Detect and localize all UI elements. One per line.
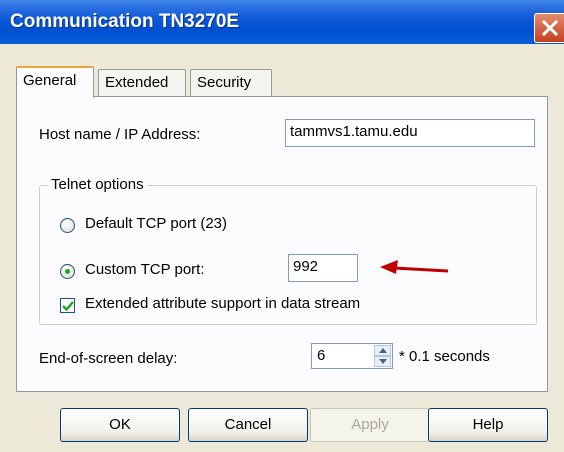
close-icon [542,20,558,36]
default-port-radio[interactable] [60,218,75,233]
apply-button[interactable]: Apply [310,408,430,442]
host-label: Host name / IP Address: [39,126,201,143]
general-tab-panel: Host name / IP Address: tammvs1.tamu.edu… [16,96,548,392]
tab-security[interactable]: Security [190,69,272,97]
telnet-options-label: Telnet options [48,176,147,193]
default-port-label: Default TCP port (23) [85,215,228,232]
host-input[interactable]: tammvs1.tamu.edu [285,119,535,147]
checkmark-icon [62,301,74,312]
extended-attr-checkbox[interactable] [60,298,75,313]
tab-general[interactable]: General [16,66,94,98]
eos-delay-value: 6 [317,347,326,364]
arrow-up-icon [379,348,387,353]
eos-delay-label: End-of-screen delay: [39,350,178,367]
telnet-options-group: Telnet options Default TCP port (23) Cus… [39,176,537,325]
eos-delay-spinner[interactable]: 6 [311,343,393,369]
spin-up-button[interactable] [374,345,391,356]
red-arrow-annotation [380,260,449,274]
title-bar[interactable]: Communication TN3270E [0,0,564,44]
spinner-buttons [374,345,391,367]
radio-selected-dot [65,269,70,274]
tab-extended[interactable]: Extended [98,69,186,97]
spin-down-button[interactable] [374,356,391,367]
window-title: Communication TN3270E [10,11,240,32]
custom-port-input[interactable]: 992 [288,254,358,282]
cancel-button[interactable]: Cancel [188,408,308,442]
close-button[interactable] [534,13,564,43]
help-button[interactable]: Help [428,408,548,442]
ok-button[interactable]: OK [60,408,180,442]
arrow-down-icon [379,359,387,364]
custom-port-radio[interactable] [60,264,75,279]
extended-attr-label: Extended attribute support in data strea… [85,295,361,312]
custom-port-label: Custom TCP port: [85,261,205,278]
eos-delay-unit: * 0.1 seconds [399,348,490,365]
